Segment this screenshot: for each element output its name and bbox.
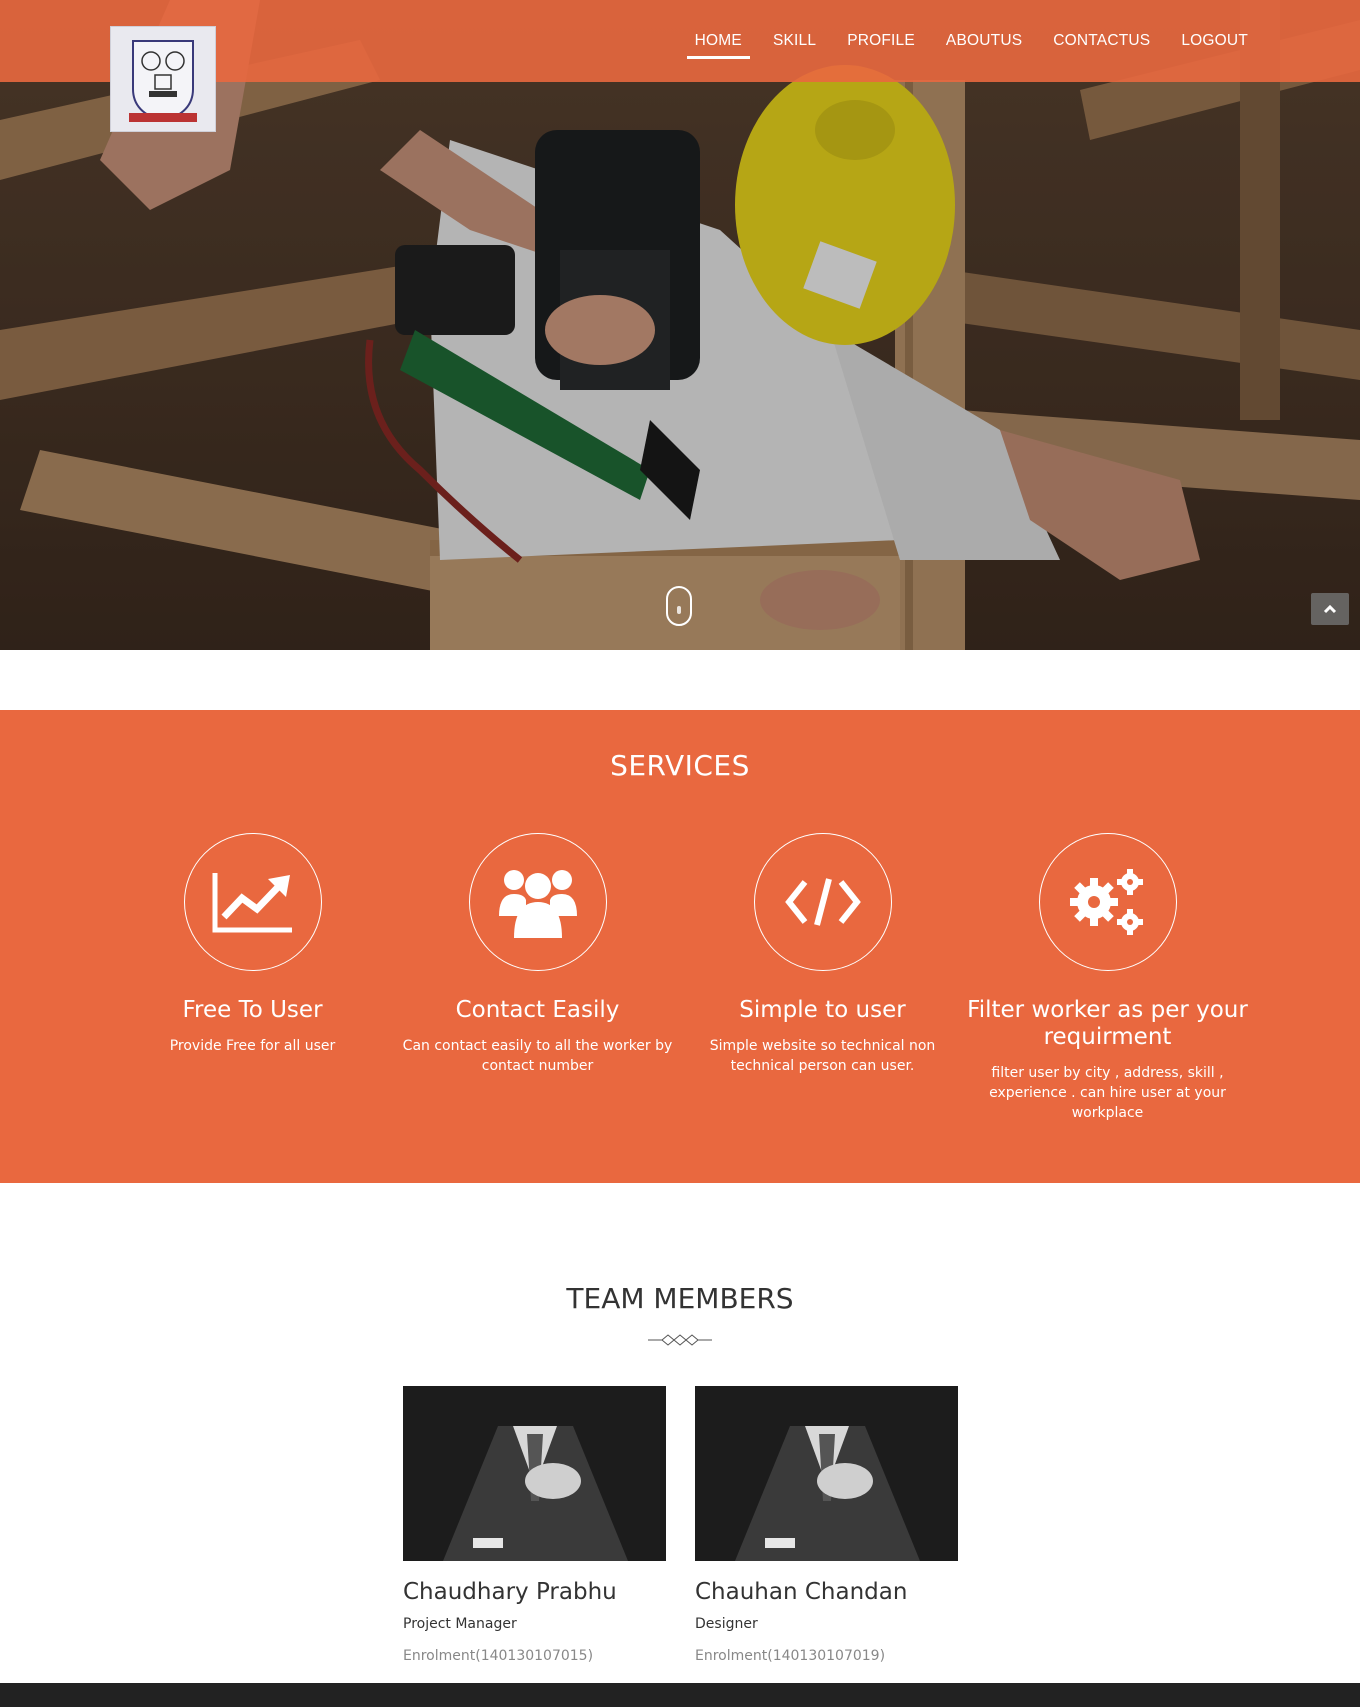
team-title: TEAM MEMBERS — [566, 1282, 794, 1315]
service-icon-circle — [753, 833, 892, 971]
footer-bar — [0, 1683, 1360, 1707]
service-icon-circle — [1038, 833, 1177, 971]
team-section: TEAM MEMBERS Chaudhary Prabhu Project Ma… — [0, 1183, 1360, 1683]
service-desc: Simple website so technical non technica… — [709, 1038, 936, 1074]
services-section: SERVICES Free To User Provide Free for a… — [0, 710, 1360, 1183]
member-enrolment: Enrolment(140130107019) — [695, 1648, 886, 1664]
diamond-divider-icon — [648, 1334, 712, 1346]
service-desc: Can contact easily to all the worker by … — [402, 1038, 673, 1074]
line-chart-icon — [212, 873, 292, 933]
service-card: Free To User Provide Free for all user — [110, 833, 395, 1056]
services-title: SERVICES — [610, 749, 750, 782]
college-logo[interactable] — [110, 26, 216, 132]
nav-profile[interactable]: PROFILE — [847, 0, 915, 50]
main-nav: HOME SKILL PROFILE ABOUTUS CONTACTUS LOG… — [664, 0, 1248, 82]
nav-home[interactable]: HOME — [686, 0, 751, 59]
users-group-icon — [498, 870, 577, 938]
member-name: Chauhan Chandan — [695, 1579, 908, 1605]
service-card: Simple to user Simple website so technic… — [680, 833, 965, 1076]
service-icon-circle — [183, 833, 322, 971]
service-title: Filter worker as per your requirment — [967, 997, 1248, 1050]
member-name: Chaudhary Prabhu — [403, 1579, 617, 1605]
member-role: Designer — [695, 1616, 758, 1632]
service-card: Filter worker as per your requirment fil… — [965, 833, 1250, 1123]
code-icon — [784, 878, 861, 926]
member-photo — [695, 1386, 958, 1561]
nav-skill[interactable]: SKILL — [773, 0, 816, 50]
member-photo — [403, 1386, 666, 1561]
chevron-up-icon[interactable] — [1311, 593, 1349, 625]
team-member-card: Chauhan Chandan Designer Enrolment(14013… — [695, 1386, 958, 1664]
gears-icon — [1069, 869, 1143, 935]
service-title: Simple to user — [739, 997, 906, 1023]
nav-aboutus[interactable]: ABOUTUS — [946, 0, 1022, 50]
team-member-card: Chaudhary Prabhu Project Manager Enrolme… — [403, 1386, 666, 1664]
service-title: Free To User — [182, 997, 323, 1023]
service-desc: filter user by city , address, skill , e… — [989, 1065, 1226, 1121]
service-icon-circle — [468, 833, 607, 971]
nav-logout[interactable]: LOGOUT — [1181, 0, 1248, 50]
service-title: Contact Easily — [455, 997, 620, 1023]
mouse-scroll-icon[interactable] — [666, 586, 692, 626]
member-role: Project Manager — [403, 1616, 517, 1632]
service-card: Contact Easily Can contact easily to all… — [395, 833, 680, 1076]
service-desc: Provide Free for all user — [169, 1038, 336, 1054]
member-enrolment: Enrolment(140130107015) — [403, 1648, 594, 1664]
nav-contactus[interactable]: CONTACTUS — [1053, 0, 1150, 50]
